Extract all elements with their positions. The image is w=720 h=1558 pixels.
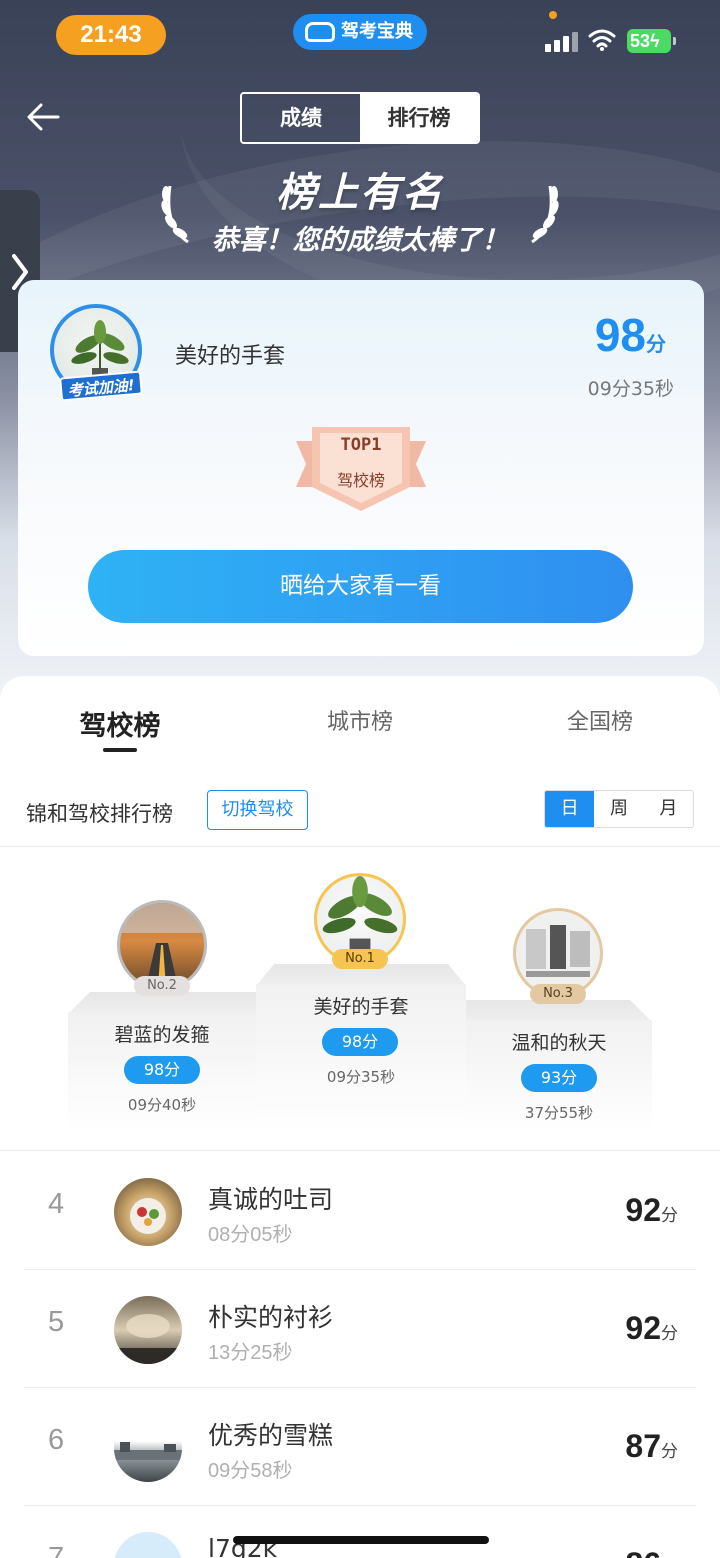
podium-time-first: 09分35秒 xyxy=(326,1068,396,1086)
avatar xyxy=(114,1296,182,1364)
tab-national-rank[interactable]: 全国榜 xyxy=(520,704,680,736)
user-name: 美好的手套 xyxy=(175,344,286,369)
list-score: 92分 xyxy=(625,1310,678,1346)
top1-badge: TOP1 驾校榜 xyxy=(296,425,426,515)
rank-label-second: No.2 xyxy=(134,976,190,996)
list-item[interactable]: 6 优秀的雪糕 09分58秒 87分 xyxy=(24,1388,696,1506)
list-rank: 7 xyxy=(48,1542,65,1558)
list-name: 朴实的衬衫 xyxy=(208,1303,334,1332)
charging-icon: ϟ xyxy=(650,31,660,51)
rank-label-third: No.3 xyxy=(530,984,586,1004)
podium-score-third: 93分 xyxy=(521,1064,597,1092)
list-score: 87分 xyxy=(625,1428,678,1464)
banner-subtitle: 恭喜！您的成绩太棒了！ xyxy=(211,225,509,256)
list-score: 92分 xyxy=(625,1192,678,1228)
podium-name-second: 碧蓝的发箍 xyxy=(114,1024,210,1046)
list-time: 09分58秒 xyxy=(208,1460,293,1482)
list-rank: 4 xyxy=(48,1188,65,1220)
list-item[interactable]: 7 l7g2k 86分 xyxy=(24,1506,696,1558)
rank-label-first: No.1 xyxy=(332,949,388,969)
list-item[interactable]: 5 朴实的衬衫 13分25秒 92分 xyxy=(24,1270,696,1388)
badge-sub-label: 驾校榜 xyxy=(336,471,385,490)
laurel-right-icon xyxy=(531,185,559,244)
badge-top-label: TOP1 xyxy=(340,435,382,455)
my-duration: 09分35秒 xyxy=(587,378,674,400)
page-switch: 成绩 排行榜 xyxy=(240,92,480,144)
tab-school-rank[interactable]: 驾校榜 xyxy=(40,704,200,743)
period-selector: 日 周 月 xyxy=(544,790,694,828)
list-name: 优秀的雪糕 xyxy=(208,1421,334,1450)
battery-indicator: 53ϟ xyxy=(627,29,676,53)
list-item[interactable]: 4 真诚的吐司 08分05秒 92分 xyxy=(24,1152,696,1270)
app-indicator[interactable]: 驾考宝典 xyxy=(293,14,427,50)
school-header: 锦和驾校排行榜 切换驾校 日 周 月 xyxy=(0,788,720,848)
period-week[interactable]: 周 xyxy=(594,791,643,827)
list-time: 08分05秒 xyxy=(208,1224,293,1246)
avatar xyxy=(114,1178,182,1246)
podium-time-third: 37分55秒 xyxy=(524,1104,594,1122)
my-score: 98分 xyxy=(594,309,666,361)
my-score-card: 考试加油! 美好的手套 98分 09分35秒 TOP1 驾校榜 晒给大家看一看 xyxy=(18,280,704,656)
school-title: 锦和驾校排行榜 xyxy=(26,802,173,826)
period-day[interactable]: 日 xyxy=(545,791,595,827)
food-photo-icon xyxy=(130,1198,166,1234)
privacy-dot xyxy=(549,11,557,19)
avatar xyxy=(114,1532,182,1558)
podium-score-first: 98分 xyxy=(322,1028,398,1056)
app-name: 驾考宝典 xyxy=(341,21,413,42)
podium-name-third: 温和的秋天 xyxy=(511,1032,607,1054)
switch-school-button[interactable]: 切换驾校 xyxy=(207,790,308,830)
signal-icon xyxy=(545,30,579,52)
banner-title: 榜上有名 xyxy=(276,170,444,216)
ranking-tabs: 驾校榜 城市榜 全国榜 xyxy=(0,676,720,766)
list-rank: 6 xyxy=(48,1424,65,1456)
share-button[interactable]: 晒给大家看一看 xyxy=(88,550,633,623)
status-time: 21:43 xyxy=(56,15,166,55)
list-name: 真诚的吐司 xyxy=(208,1185,334,1214)
period-month[interactable]: 月 xyxy=(644,791,693,827)
home-indicator[interactable] xyxy=(233,1536,489,1544)
tab-indicator xyxy=(103,748,137,752)
avatar xyxy=(114,1414,182,1482)
car-icon xyxy=(305,22,335,42)
back-arrow-icon[interactable] xyxy=(24,100,64,134)
tab-city-rank[interactable]: 城市榜 xyxy=(280,704,440,736)
podium-name-first: 美好的手套 xyxy=(313,996,409,1018)
street-photo-icon xyxy=(114,1442,182,1460)
road-photo-icon xyxy=(120,903,204,987)
collage-photo-icon xyxy=(526,925,590,977)
list-rank: 5 xyxy=(48,1306,65,1338)
tab-leaderboard[interactable]: 排行榜 xyxy=(360,94,478,142)
cartoon-avatar-icon xyxy=(114,1532,182,1558)
wifi-icon xyxy=(588,29,616,51)
podium-time-second: 09分40秒 xyxy=(127,1096,197,1114)
list-time: 13分25秒 xyxy=(208,1342,293,1364)
tab-score[interactable]: 成绩 xyxy=(242,94,360,142)
list-score: 86分 xyxy=(625,1546,678,1558)
sky-photo-icon xyxy=(114,1314,182,1364)
podium-score-second: 98分 xyxy=(124,1056,200,1084)
